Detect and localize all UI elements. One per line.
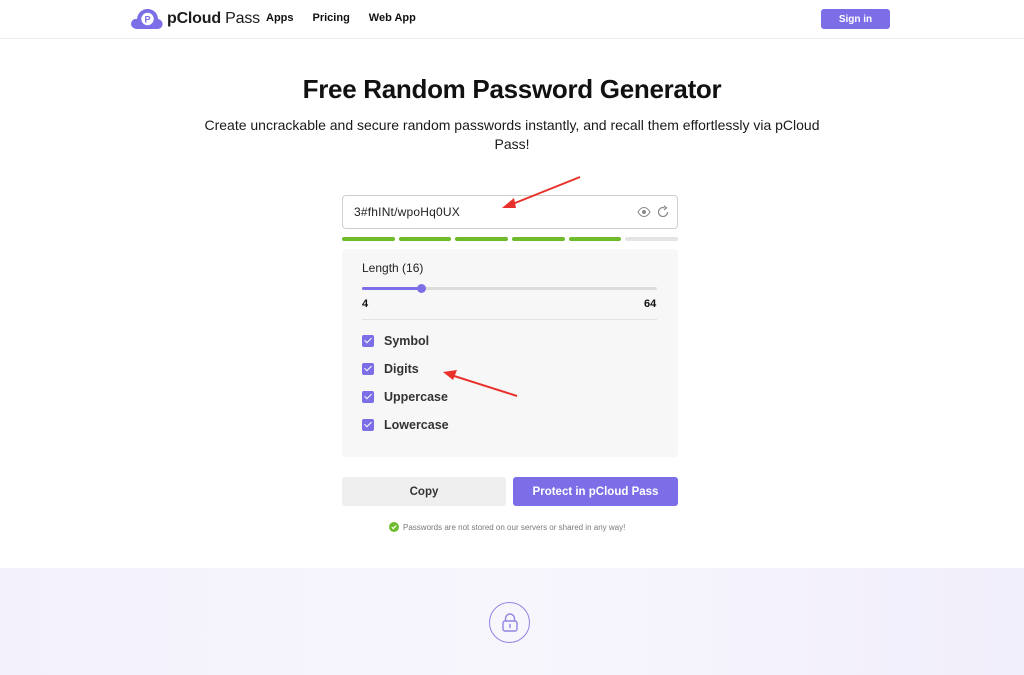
- option-label: Uppercase: [384, 390, 448, 404]
- nav-pricing[interactable]: Pricing: [313, 12, 350, 24]
- page-title: Free Random Password Generator: [302, 74, 722, 104]
- digits-checkbox[interactable]: [362, 363, 374, 375]
- length-slider[interactable]: [362, 284, 657, 293]
- strength-segment: [512, 237, 565, 241]
- privacy-note-text: Passwords are not stored on our servers …: [403, 522, 626, 532]
- length-label: Length (16): [362, 261, 424, 275]
- options-panel: Length (16) 4 64 Symbol Digits Uppercase…: [342, 249, 678, 457]
- features-section: [0, 568, 1024, 675]
- nav-web-app[interactable]: Web App: [369, 12, 416, 24]
- option-symbol[interactable]: Symbol: [362, 334, 429, 348]
- option-label: Symbol: [384, 334, 430, 348]
- refresh-icon[interactable]: [656, 205, 670, 219]
- option-label: Digits: [384, 362, 419, 376]
- strength-segment: [342, 237, 395, 241]
- cloud-p-logo-icon: P: [131, 9, 163, 29]
- symbol-checkbox[interactable]: [362, 335, 374, 347]
- main-nav: Apps Pricing Web App: [266, 12, 435, 24]
- lock-badge: [489, 602, 530, 643]
- strength-segment: [625, 237, 679, 241]
- protect-in-pcloud-pass-button[interactable]: Protect in pCloud Pass: [513, 477, 678, 506]
- brand-name: pCloud Pass: [167, 10, 260, 27]
- uppercase-checkbox[interactable]: [362, 391, 374, 403]
- strength-meter: [342, 237, 679, 241]
- strength-segment: [568, 237, 622, 241]
- sign-in-button[interactable]: Sign in: [821, 9, 890, 29]
- option-digits[interactable]: Digits: [362, 362, 419, 376]
- svg-text:P: P: [144, 15, 150, 25]
- password-output-field[interactable]: 3#fhINt/wpoHq0UX: [342, 195, 678, 229]
- copy-button[interactable]: Copy: [342, 477, 506, 506]
- site-header: P pCloud Pass Apps Pricing Web App Sign …: [0, 0, 1024, 39]
- length-max: 64: [644, 298, 657, 310]
- divider: [362, 319, 657, 320]
- option-lowercase[interactable]: Lowercase: [362, 418, 449, 432]
- strength-segment: [398, 237, 452, 241]
- nav-apps[interactable]: Apps: [266, 12, 294, 24]
- logo[interactable]: P pCloud Pass: [130, 8, 260, 30]
- check-shield-icon: [389, 522, 399, 532]
- strength-segment: [455, 237, 509, 241]
- option-uppercase[interactable]: Uppercase: [362, 390, 448, 404]
- privacy-note: Passwords are not stored on our servers …: [389, 522, 625, 532]
- option-label: Lowercase: [384, 418, 449, 432]
- length-min: 4: [362, 298, 369, 310]
- slider-fill: [362, 287, 421, 290]
- eye-icon[interactable]: [637, 206, 651, 218]
- slider-thumb[interactable]: [417, 284, 426, 293]
- lock-icon: [502, 613, 518, 632]
- page-subtitle: Create uncrackable and secure random pas…: [204, 117, 820, 152]
- password-value[interactable]: 3#fhINt/wpoHq0UX: [354, 205, 460, 219]
- lowercase-checkbox[interactable]: [362, 419, 374, 431]
